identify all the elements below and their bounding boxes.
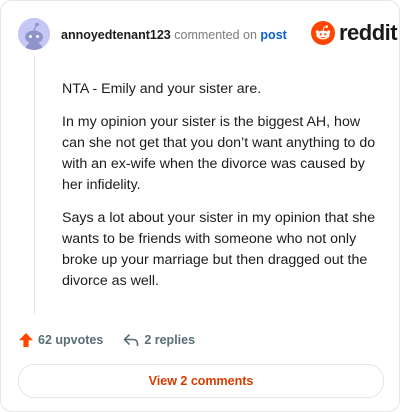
comment-header: annoyedtenant123 commented on post [61,27,287,43]
snoo-avatar-icon [18,18,50,50]
commented-on-text: commented on [174,28,257,42]
comment-body: NTA - Emily and your sister are. In my o… [62,79,380,304]
reddit-snoo-icon [311,21,335,45]
username[interactable]: annoyedtenant123 [61,28,171,42]
upvotes-count: 62 upvotes [38,333,104,347]
replies-count: 2 replies [144,333,196,347]
comment-paragraph: In my opinion your sister is the biggest… [62,114,376,193]
reply-arrow-icon [124,334,139,347]
upvote-button[interactable]: 62 upvotes [18,332,103,348]
comment-actions: 62 upvotes 2 replies [18,332,195,348]
comment-paragraph: NTA - Emily and your sister are. [62,81,262,97]
comment-paragraph: Says a lot about your sister in my opini… [62,210,376,289]
comment-card: annoyedtenant123 commented on post reddi… [0,0,400,412]
replies-button[interactable]: 2 replies [123,333,195,347]
reddit-wordmark: reddit [339,20,398,45]
view-comments-button[interactable]: View 2 comments [18,364,384,398]
reddit-logo[interactable]: reddit [311,20,398,45]
post-link[interactable]: post [260,28,286,42]
thread-line [34,56,35,314]
upvote-arrow-icon [19,333,33,347]
avatar[interactable] [18,18,50,50]
